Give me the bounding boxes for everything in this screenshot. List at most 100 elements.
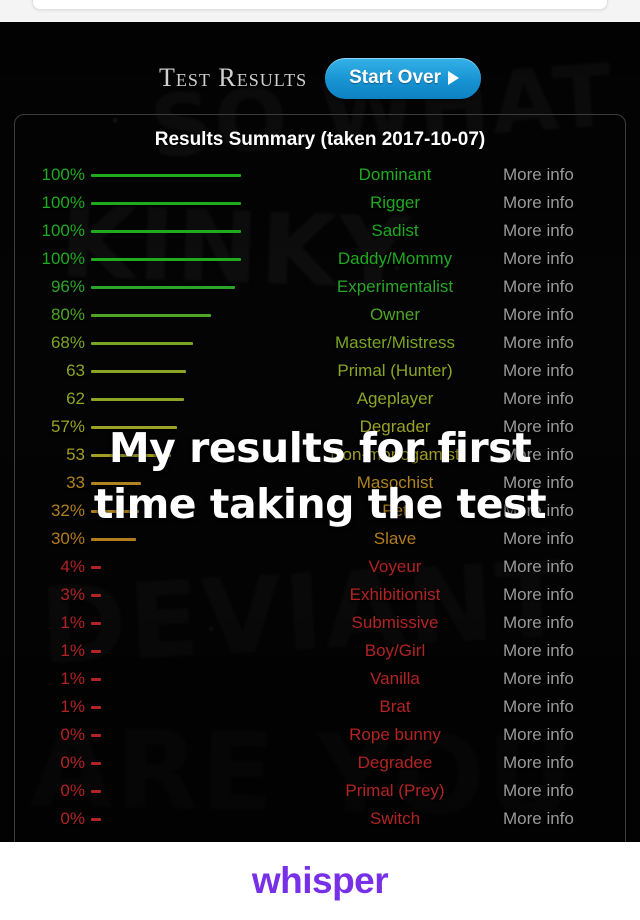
result-bar-cell [91, 621, 287, 625]
whisper-logo: whisper [251, 860, 389, 901]
result-row: 63 Primal (Hunter) More info [15, 357, 625, 385]
result-percent: 32% [50, 501, 85, 520]
result-bar [91, 201, 241, 205]
result-role-label: Slave [373, 529, 417, 548]
start-over-button[interactable]: Start Over [325, 57, 481, 99]
screenshot-image: SO WHAT KINKY DEVIANT ARE YOU Test Resul… [0, 22, 640, 842]
more-info-link[interactable]: More info [503, 473, 621, 493]
result-percent: 100% [41, 193, 85, 212]
result-bar-cell [91, 173, 287, 177]
result-role-label: Exhibitionist [349, 585, 441, 604]
result-role-label: Masochist [356, 473, 434, 492]
more-info-link[interactable]: More info [503, 809, 621, 829]
more-info-link[interactable]: More info [503, 249, 621, 269]
more-info-link[interactable]: More info [503, 613, 621, 633]
result-percent: 100% [41, 165, 85, 184]
result-percent: 1% [60, 613, 85, 632]
result-bar [91, 313, 211, 317]
more-info-link[interactable]: More info [503, 585, 621, 605]
more-info-link[interactable]: More info [503, 417, 621, 437]
result-bar-cell [91, 817, 287, 821]
result-percent: 100% [41, 249, 85, 268]
result-role-label: Switch [369, 809, 421, 828]
result-bar-cell [91, 397, 287, 401]
result-row: 32% Pet More info [15, 497, 625, 525]
more-info-link[interactable]: More info [503, 193, 621, 213]
more-info-link[interactable]: More info [503, 501, 621, 521]
result-bar-cell [91, 565, 287, 569]
result-bar [91, 705, 101, 709]
result-bar-cell [91, 537, 287, 541]
result-percent: 0% [60, 753, 85, 772]
result-bar-cell [91, 369, 287, 373]
more-info-link[interactable]: More info [503, 221, 621, 241]
more-info-link[interactable]: More info [503, 361, 621, 381]
result-percent: 80% [50, 305, 85, 324]
result-role-label: Daddy/Mommy [337, 249, 453, 268]
more-info-link[interactable]: More info [503, 725, 621, 745]
result-bar [91, 285, 235, 289]
more-info-link[interactable]: More info [503, 529, 621, 549]
result-role-label: Brat [379, 697, 411, 716]
result-percent: 57% [50, 417, 85, 436]
more-info-link[interactable]: More info [503, 445, 621, 465]
result-row: 30% Slave More info [15, 525, 625, 553]
result-role-label: Rigger [369, 193, 421, 212]
more-info-link[interactable]: More info [503, 305, 621, 325]
result-percent: 1% [60, 669, 85, 688]
result-bar [91, 173, 241, 177]
result-bar-cell [91, 593, 287, 597]
result-role-label: Ageplayer [356, 389, 434, 408]
result-percent: 53 [66, 445, 85, 464]
result-row: 0% Switch More info [15, 805, 625, 833]
result-role-label: Owner [369, 305, 421, 324]
result-row: 100% Sadist More info [15, 217, 625, 245]
page-title: Test Results [159, 63, 308, 92]
result-role-label: Degradee [357, 753, 433, 772]
more-info-link[interactable]: More info [503, 165, 621, 185]
previous-card-edge [32, 0, 608, 10]
more-info-link[interactable]: More info [503, 697, 621, 717]
result-bar-cell [91, 425, 287, 429]
result-role-label: Boy/Girl [364, 641, 426, 660]
result-bar-cell [91, 341, 287, 345]
result-row: 0% Primal (Prey) More info [15, 777, 625, 805]
more-info-link[interactable]: More info [503, 277, 621, 297]
result-role-label: Voyeur [368, 557, 422, 576]
more-info-link[interactable]: More info [503, 641, 621, 661]
result-bar [91, 509, 139, 513]
result-bar-cell [91, 733, 287, 737]
result-bar [91, 481, 141, 485]
result-row: 62 Ageplayer More info [15, 385, 625, 413]
result-row: 1% Brat More info [15, 693, 625, 721]
result-row: 68% Master/Mistress More info [15, 329, 625, 357]
result-row: 1% Vanilla More info [15, 665, 625, 693]
result-bar-cell [91, 201, 287, 205]
result-role-label: Master/Mistress [335, 333, 455, 352]
more-info-link[interactable]: More info [503, 781, 621, 801]
result-bar-cell [91, 229, 287, 233]
more-info-link[interactable]: More info [503, 557, 621, 577]
start-over-label: Start Over [349, 66, 441, 88]
result-bar-cell [91, 761, 287, 765]
result-bar-cell [91, 677, 287, 681]
result-role-label: Primal (Prey) [345, 781, 445, 800]
result-role-label: Vanilla [370, 669, 420, 688]
result-row: 100% Dominant More info [15, 161, 625, 189]
result-percent: 3% [60, 585, 85, 604]
result-bar [91, 341, 193, 345]
more-info-link[interactable]: More info [503, 669, 621, 689]
more-info-link[interactable]: More info [503, 753, 621, 773]
result-row: 100% Daddy/Mommy More info [15, 245, 625, 273]
more-info-link[interactable]: More info [503, 389, 621, 409]
result-percent: 96% [50, 277, 85, 296]
result-bar [91, 649, 101, 653]
more-info-link[interactable]: More info [503, 333, 621, 353]
result-row: 1% Boy/Girl More info [15, 637, 625, 665]
result-bar [91, 229, 241, 233]
result-role-label: Submissive [351, 613, 439, 632]
result-percent: 1% [60, 697, 85, 716]
result-row: 100% Rigger More info [15, 189, 625, 217]
results-row-list: 100% Dominant More info 100% Rigger More info… [15, 161, 625, 833]
result-bar-cell [91, 481, 287, 485]
